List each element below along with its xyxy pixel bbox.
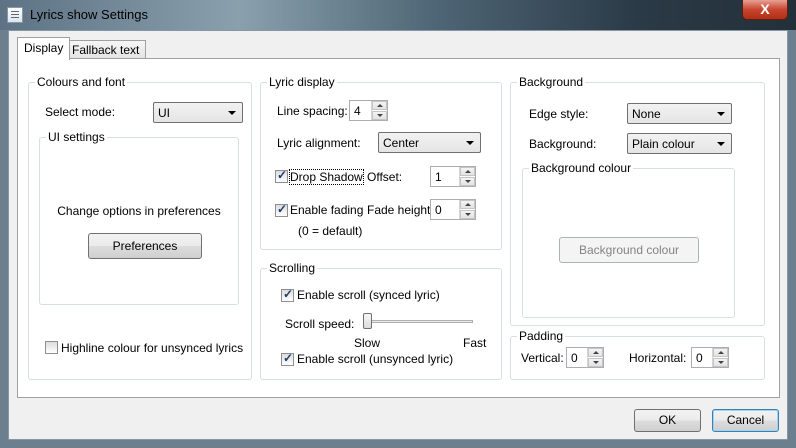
scroll-unsynced-label[interactable]: Enable scroll (unsynced lyric): [297, 352, 453, 366]
tab-display[interactable]: Display: [17, 37, 71, 60]
slow-label: Slow: [354, 336, 381, 350]
scroll-unsynced-checkbox[interactable]: [281, 351, 294, 366]
spin-up-icon[interactable]: [460, 167, 475, 176]
spin-up-icon[interactable]: [372, 101, 387, 110]
background-group: Background Edge style: None Background: …: [510, 75, 765, 326]
ui-settings-info: Change options in preferences: [57, 204, 221, 218]
scroll-speed-track[interactable]: [363, 320, 473, 323]
chevron-down-icon: [466, 141, 474, 145]
close-button[interactable]: X: [742, 0, 788, 20]
spin-up-icon[interactable]: [713, 348, 728, 357]
line-spacing-spinner[interactable]: 4: [349, 100, 388, 121]
fade-height-value: 0: [435, 203, 442, 217]
title-bar[interactable]: Lyrics show Settings X: [0, 0, 796, 30]
scrolling-title: Scrolling: [267, 261, 318, 275]
spin-up-icon[interactable]: [588, 348, 603, 357]
horizontal-value: 0: [696, 351, 703, 365]
select-mode-value: UI: [158, 106, 170, 120]
close-icon: X: [760, 1, 770, 17]
spin-up-icon[interactable]: [460, 200, 475, 209]
colours-font-group: Colours and font Select mode: UI UI sett…: [28, 75, 252, 380]
spin-down-icon[interactable]: [588, 358, 603, 367]
preferences-button[interactable]: Preferences: [88, 233, 202, 259]
chevron-down-icon: [228, 111, 236, 115]
alignment-label: Lyric alignment:: [277, 136, 361, 150]
highline-label[interactable]: Highline colour for unsynced lyrics: [61, 341, 243, 355]
enable-fading-label[interactable]: Enable fading: [290, 203, 363, 217]
spin-down-icon[interactable]: [372, 111, 387, 120]
cancel-button[interactable]: Cancel: [712, 409, 779, 432]
scroll-synced-checkbox[interactable]: [281, 287, 294, 302]
chevron-down-icon: [717, 142, 725, 146]
fast-label: Fast: [463, 336, 487, 350]
edge-style-label: Edge style:: [529, 107, 589, 121]
vertical-spinner[interactable]: 0: [566, 347, 604, 368]
spin-down-icon[interactable]: [460, 177, 475, 186]
window-title: Lyrics show Settings: [30, 7, 149, 22]
fade-height-label: Fade height:: [367, 203, 434, 217]
highline-checkbox[interactable]: [45, 341, 58, 354]
background-colour-title: Background colour: [529, 161, 634, 175]
dialog-body: Display Fallback text Colours and font S…: [8, 30, 788, 440]
spin-down-icon[interactable]: [460, 210, 475, 219]
display-tab-panel: Colours and font Select mode: UI UI sett…: [17, 58, 780, 398]
offset-label: Offset:: [367, 170, 403, 184]
padding-group: Padding Vertical: 0 Horizontal: 0: [510, 329, 765, 380]
select-mode-combo[interactable]: UI: [153, 102, 243, 123]
background-colour-group: Background colour Background colour: [522, 161, 735, 318]
drop-shadow-checkbox[interactable]: [275, 168, 288, 183]
lyric-display-group: Lyric display Line spacing: 4 Lyric alig…: [260, 75, 502, 250]
chevron-down-icon: [717, 112, 725, 116]
lyric-display-title: Lyric display: [267, 75, 337, 89]
app-icon: [7, 7, 23, 23]
ui-settings-title: UI settings: [46, 130, 107, 144]
offset-spinner[interactable]: 1: [430, 166, 476, 187]
ok-button[interactable]: OK: [634, 409, 701, 432]
alignment-value: Center: [383, 136, 420, 150]
background-label: Background:: [529, 137, 597, 151]
edge-style-value: None: [632, 107, 661, 121]
alignment-combo[interactable]: Center: [378, 132, 481, 153]
line-spacing-label: Line spacing:: [277, 104, 348, 118]
line-spacing-value: 4: [354, 104, 361, 118]
tab-fallback-text[interactable]: Fallback text: [65, 40, 147, 59]
vertical-label: Vertical:: [521, 351, 564, 365]
offset-value: 1: [435, 170, 442, 184]
background-title: Background: [517, 75, 586, 89]
scroll-synced-label[interactable]: Enable scroll (synced lyric): [297, 288, 440, 302]
colours-font-title: Colours and font: [35, 75, 128, 89]
background-value: Plain colour: [632, 137, 695, 151]
scroll-speed-label: Scroll speed:: [285, 317, 355, 331]
ui-settings-group: UI settings Change options in preference…: [39, 130, 239, 305]
background-colour-button[interactable]: Background colour: [559, 237, 699, 263]
edge-style-combo[interactable]: None: [627, 103, 732, 124]
enable-fading-checkbox[interactable]: [275, 202, 288, 217]
fade-default-note: (0 = default): [298, 224, 363, 238]
background-combo[interactable]: Plain colour: [627, 133, 732, 154]
vertical-value: 0: [571, 351, 578, 365]
fade-height-spinner[interactable]: 0: [430, 199, 476, 220]
select-mode-label: Select mode:: [45, 105, 116, 119]
spin-down-icon[interactable]: [713, 358, 728, 367]
scrolling-group: Scrolling Enable scroll (synced lyric) S…: [260, 261, 502, 380]
padding-title: Padding: [517, 329, 566, 343]
horizontal-label: Horizontal:: [629, 351, 687, 365]
horizontal-spinner[interactable]: 0: [691, 347, 729, 368]
scroll-speed-thumb[interactable]: [363, 313, 372, 329]
drop-shadow-label[interactable]: Drop Shadow: [289, 169, 364, 185]
